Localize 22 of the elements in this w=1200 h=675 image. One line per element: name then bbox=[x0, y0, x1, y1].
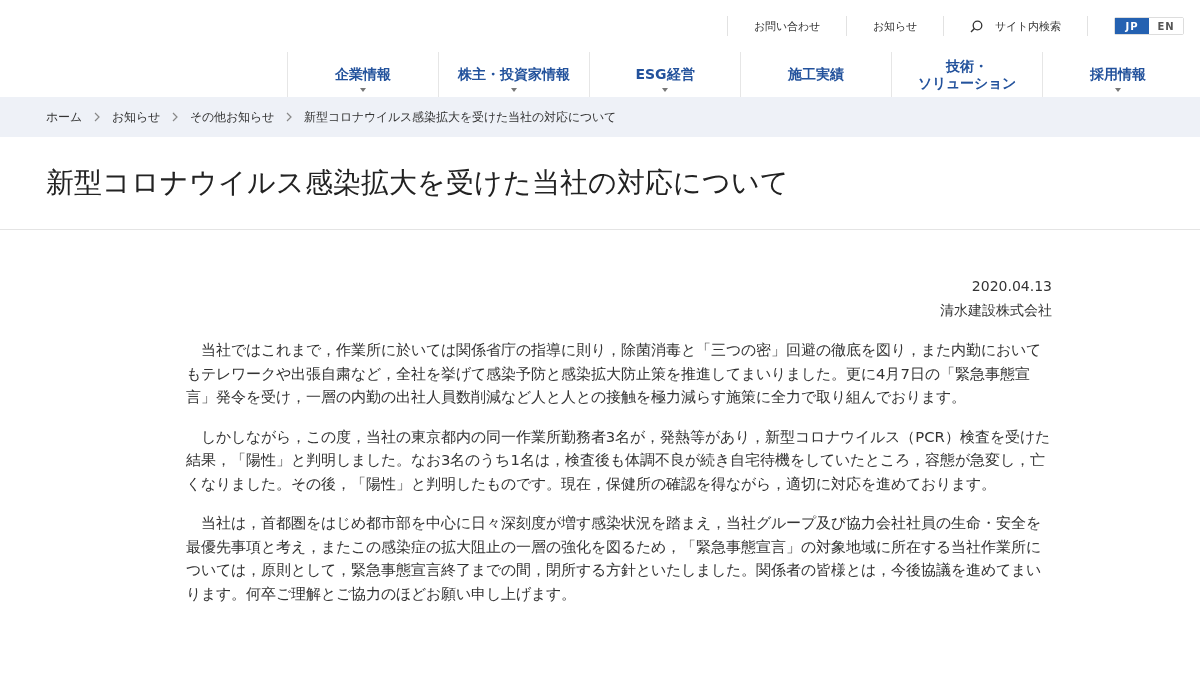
caret-icon bbox=[1115, 88, 1121, 92]
chevron-icon bbox=[286, 112, 292, 122]
chevron-icon bbox=[94, 112, 100, 122]
caret-icon bbox=[662, 88, 668, 92]
chevron-icon bbox=[172, 112, 178, 122]
breadcrumb-link[interactable]: お知らせ bbox=[112, 109, 160, 125]
breadcrumb-link[interactable]: その他お知らせ bbox=[190, 109, 274, 125]
body-paragraph: 当社ではこれまで，作業所に於いては関係省庁の指導に則り，除菌消毒と「三つの密」回避の徹底を図り，また内勤においてもテレワークや出張自粛など，全社を挙げて感染予防と感染拡大防止策を推進してまいりました。更に4月7日の「緊急事態宣言」発令を受け，一層の内勤の出社人員数削減など人と人との接触を極力減らす施策に全力で取り組んでおります。 bbox=[186, 340, 1042, 407]
search-link[interactable]: サイト内検索 bbox=[944, 18, 1087, 34]
company-name: 清水建設株式会社 bbox=[940, 301, 1052, 320]
breadcrumb-link[interactable]: ホーム bbox=[46, 109, 82, 125]
caret-icon bbox=[360, 88, 366, 92]
search-icon bbox=[970, 19, 983, 33]
header-link[interactable]: お問い合わせ bbox=[728, 18, 846, 34]
date-text: 2020.04.13 bbox=[971, 277, 1052, 296]
language-button[interactable]: JP bbox=[1115, 18, 1149, 34]
body-paragraph: 当社は，首都圏をはじめ都市部を中心に日々深刻度が増す感染状況を踏まえ，当社グループ及び協力会社社員の生命・安全を最優先事項と考え，またこの感染症の拡大阻止の一層の強化を図るため，「緊急事態宣言」の対象地域に所在する当社作業所については，原則として，緊急事態宣言終了までの間，閉所する方針といたしました。関係者の皆様とは，今後協議を進めてまいります。何卒ご理解とご協力のほどお願い申し上げます。 bbox=[186, 513, 1042, 604]
header-link[interactable]: お知らせ bbox=[847, 18, 943, 34]
page-title: 新型コロナウイルス感染拡大を受けた当社の対応について bbox=[46, 165, 789, 201]
body-paragraph: しかしながら，この度，当社の東京都内の同一作業所勤務者3名が，発熱等があり，新型コロナウイルス（PCR）検査を受けた結果，「陽性」と判明しました。なお3名のうち1名は，検査後も体調不良が続き自宅待機をしていたところ，容態が急変し，亡くなりました。その後，「陽性」と判明したものです。現在，保健所の確認を得ながら，適切に対応を進めております。 bbox=[186, 426, 1051, 494]
breadcrumb-current: 新型コロナウイルス感染拡大を受けた当社の対応について bbox=[304, 109, 616, 125]
caret-icon bbox=[511, 88, 517, 92]
